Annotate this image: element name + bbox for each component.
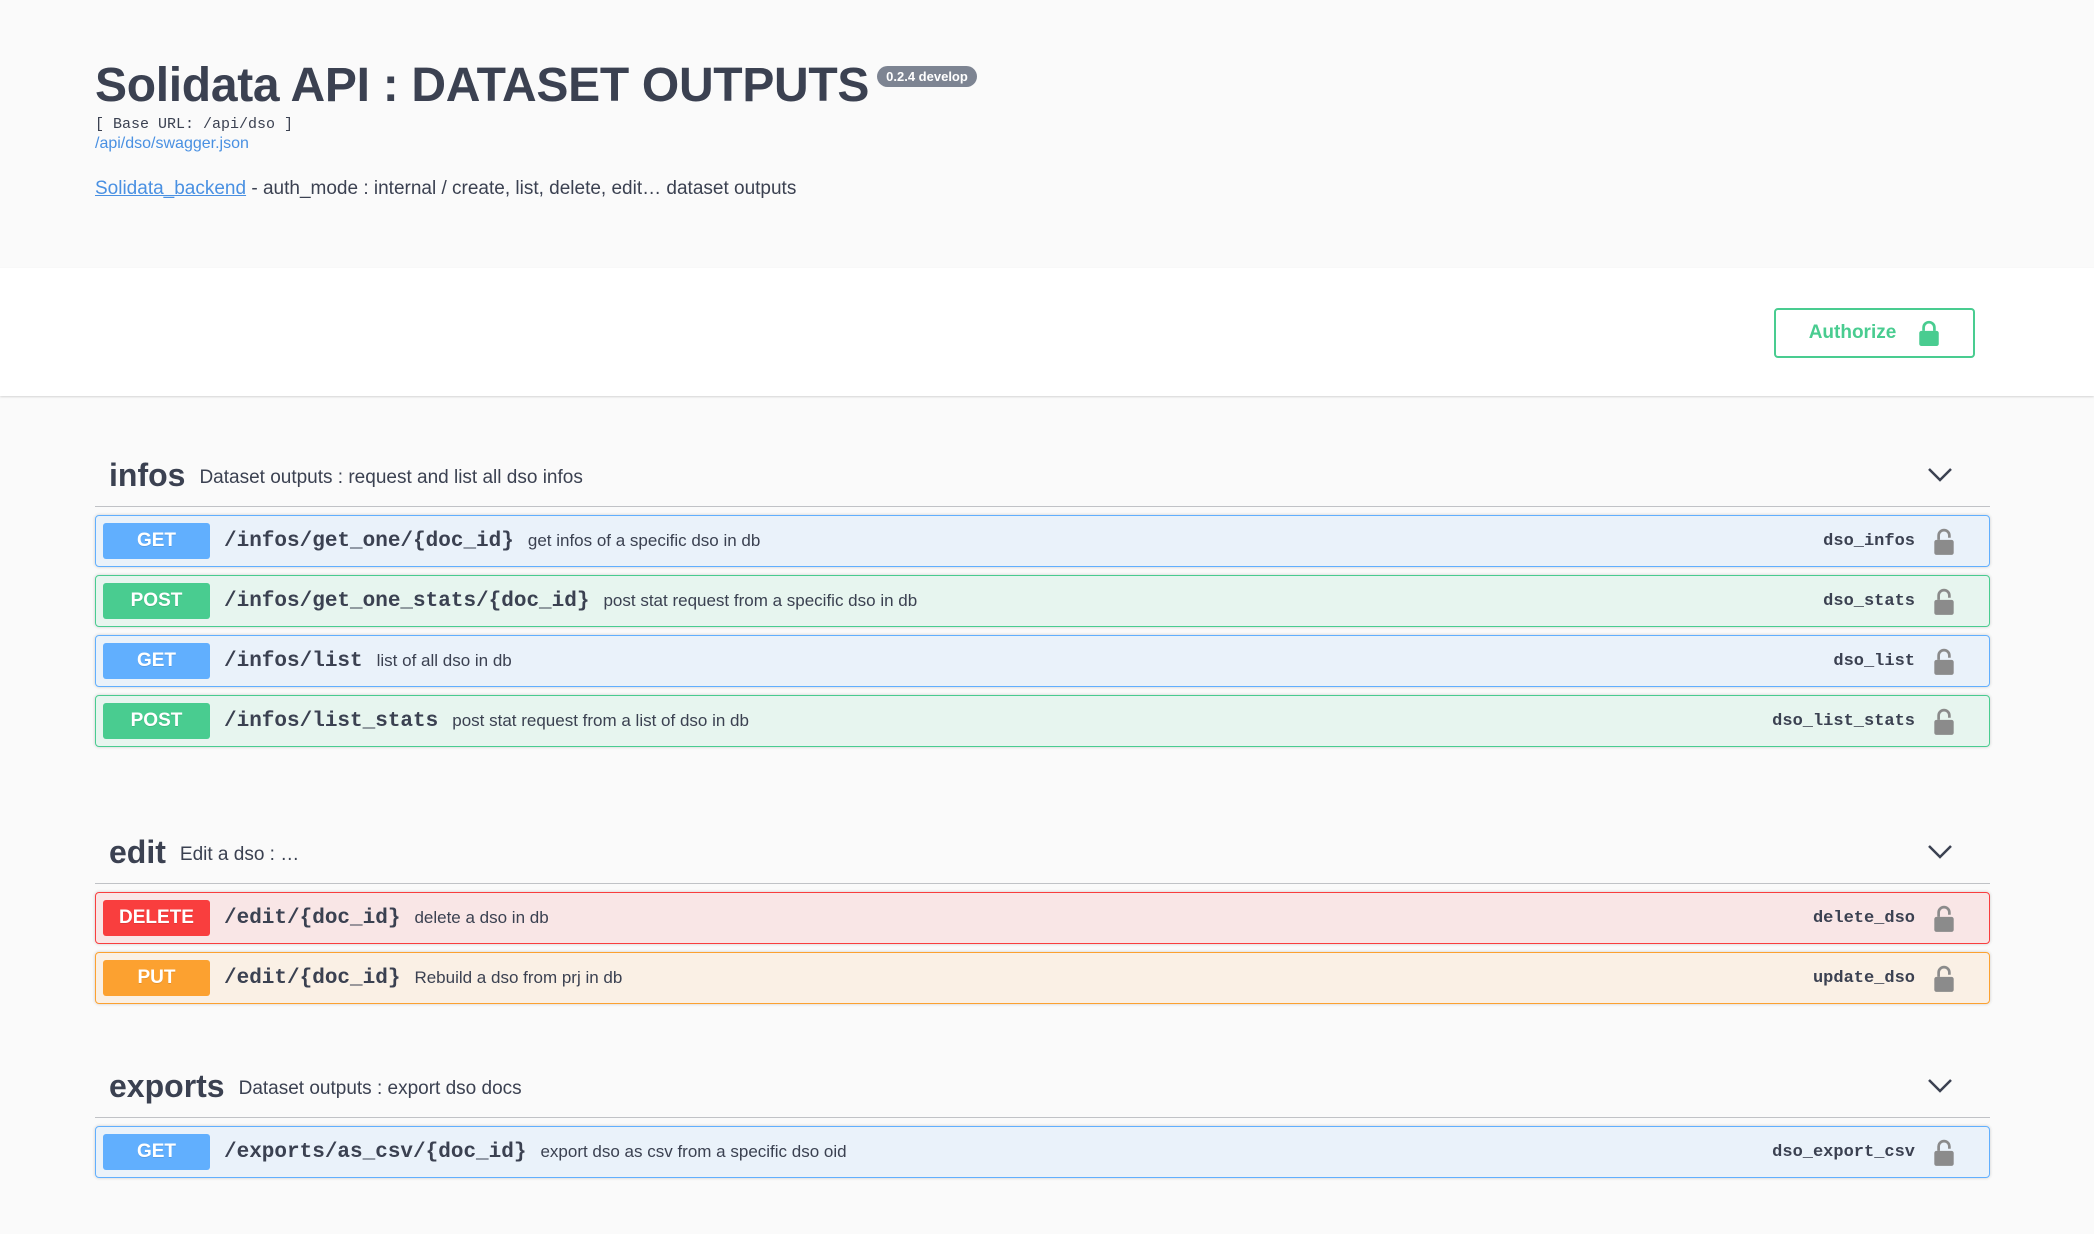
tag-section-edit: edit Edit a dso : … DELETE/edit/{doc_id} de…	[95, 822, 1990, 1004]
lock-icon[interactable]	[1933, 1139, 1955, 1167]
lock-icon[interactable]	[1933, 708, 1955, 736]
tag-header-infos[interactable]: infos Dataset outputs : request and list …	[95, 445, 1990, 507]
method-badge: POST	[103, 583, 210, 619]
tag-description: Dataset outputs : export dso docs	[238, 1077, 522, 1099]
operation-row-dso_export_csv[interactable]: GET/exports/as_csv/{doc_id} export dso as…	[95, 1126, 1990, 1178]
lock-icon[interactable]	[1933, 588, 1955, 616]
method-badge: GET	[103, 1134, 210, 1170]
operation-path: /edit/{doc_id}	[224, 906, 401, 930]
operation-row-update_dso[interactable]: PUT/edit/{doc_id} Rebuild a dso from prj …	[95, 952, 1990, 1004]
method-badge: DELETE	[103, 900, 210, 936]
operation-row-dso_list_stats[interactable]: POST/infos/list_stats post stat request f…	[95, 695, 1990, 747]
operation-id: dso_export_csv	[1772, 1142, 1915, 1162]
lock-icon[interactable]	[1933, 905, 1955, 933]
swagger-json-link[interactable]: /api/dso/swagger.json	[95, 135, 249, 153]
operation-row-dso_list[interactable]: GET/infos/list list of all dso in db dso_l…	[95, 635, 1990, 687]
operation-path: /edit/{doc_id}	[224, 966, 401, 990]
base-url: [ Base URL: /api/dso ]	[95, 116, 294, 133]
api-description: Solidata_backend - auth_mode : internal …	[95, 178, 796, 200]
tag-name: edit	[109, 834, 166, 870]
title-row: Solidata API : DATASET OUTPUTS 0.2.4 dev…	[95, 58, 977, 114]
authorize-button[interactable]: Authorize	[1774, 308, 1975, 358]
operation-id: update_dso	[1812, 968, 1915, 988]
authorize-label: Authorize	[1808, 322, 1897, 343]
backend-link[interactable]: Solidata_backend	[95, 178, 246, 199]
chevron-down-icon[interactable]	[1926, 465, 1954, 485]
method-badge: POST	[103, 703, 210, 739]
page-title: Solidata API : DATASET OUTPUTS	[95, 59, 870, 112]
version-badge: 0.2.4 develop	[877, 66, 977, 87]
description-text: - auth_mode : internal / create, list, d…	[246, 178, 797, 199]
tag-header-exports[interactable]: exports Dataset outputs : export dso docs	[95, 1056, 1990, 1118]
chevron-down-icon[interactable]	[1926, 842, 1954, 862]
tag-description: Edit a dso : …	[179, 843, 300, 865]
method-badge: PUT	[103, 960, 210, 996]
operation-id: dso_list_stats	[1772, 711, 1915, 731]
tag-name: infos	[109, 457, 186, 493]
operation-summary: Rebuild a dso from prj in db	[414, 968, 623, 987]
operation-summary: post stat request from a list of dso in …	[452, 711, 749, 730]
tag-name: exports	[109, 1068, 225, 1104]
operation-summary: post stat request from a specific dso in…	[603, 591, 918, 610]
tag-section-infos: infos Dataset outputs : request and list …	[95, 445, 1990, 747]
operation-id: delete_dso	[1812, 908, 1915, 928]
lock-icon[interactable]	[1933, 648, 1955, 676]
scheme-container: Authorize	[0, 268, 2094, 396]
operation-path: /infos/list	[224, 649, 363, 673]
operation-path: /infos/get_one/{doc_id}	[224, 529, 514, 553]
operation-row-dso_stats[interactable]: POST/infos/get_one_stats/{doc_id} post st…	[95, 575, 1990, 627]
operation-path: /exports/as_csv/{doc_id}	[224, 1140, 527, 1164]
tag-description: Dataset outputs : request and list all d…	[199, 466, 583, 488]
chevron-down-icon[interactable]	[1926, 1076, 1954, 1096]
operation-path: /infos/get_one_stats/{doc_id}	[224, 589, 590, 613]
method-badge: GET	[103, 643, 210, 679]
operation-row-dso_infos[interactable]: GET/infos/get_one/{doc_id} get infos of a…	[95, 515, 1990, 567]
tag-section-exports: exports Dataset outputs : export dso docs…	[95, 1056, 1990, 1178]
api-info: Solidata API : DATASET OUTPUTS 0.2.4 dev…	[0, 0, 2094, 268]
operation-id: dso_list	[1833, 651, 1915, 671]
tag-header-edit[interactable]: edit Edit a dso : …	[95, 822, 1990, 884]
lock-icon	[1919, 320, 1940, 346]
operation-id: dso_stats	[1823, 591, 1915, 611]
method-badge: GET	[103, 523, 210, 559]
operation-summary: delete a dso in db	[414, 908, 549, 927]
operation-summary: list of all dso in db	[376, 651, 512, 670]
operation-summary: export dso as csv from a specific dso oi…	[540, 1142, 847, 1161]
operation-path: /infos/list_stats	[224, 709, 439, 733]
operation-id: dso_infos	[1823, 531, 1915, 551]
lock-icon[interactable]	[1933, 965, 1955, 993]
lock-icon[interactable]	[1933, 528, 1955, 556]
operation-summary: get infos of a specific dso in db	[527, 531, 761, 550]
operation-row-delete_dso[interactable]: DELETE/edit/{doc_id} delete a dso in db de…	[95, 892, 1990, 944]
